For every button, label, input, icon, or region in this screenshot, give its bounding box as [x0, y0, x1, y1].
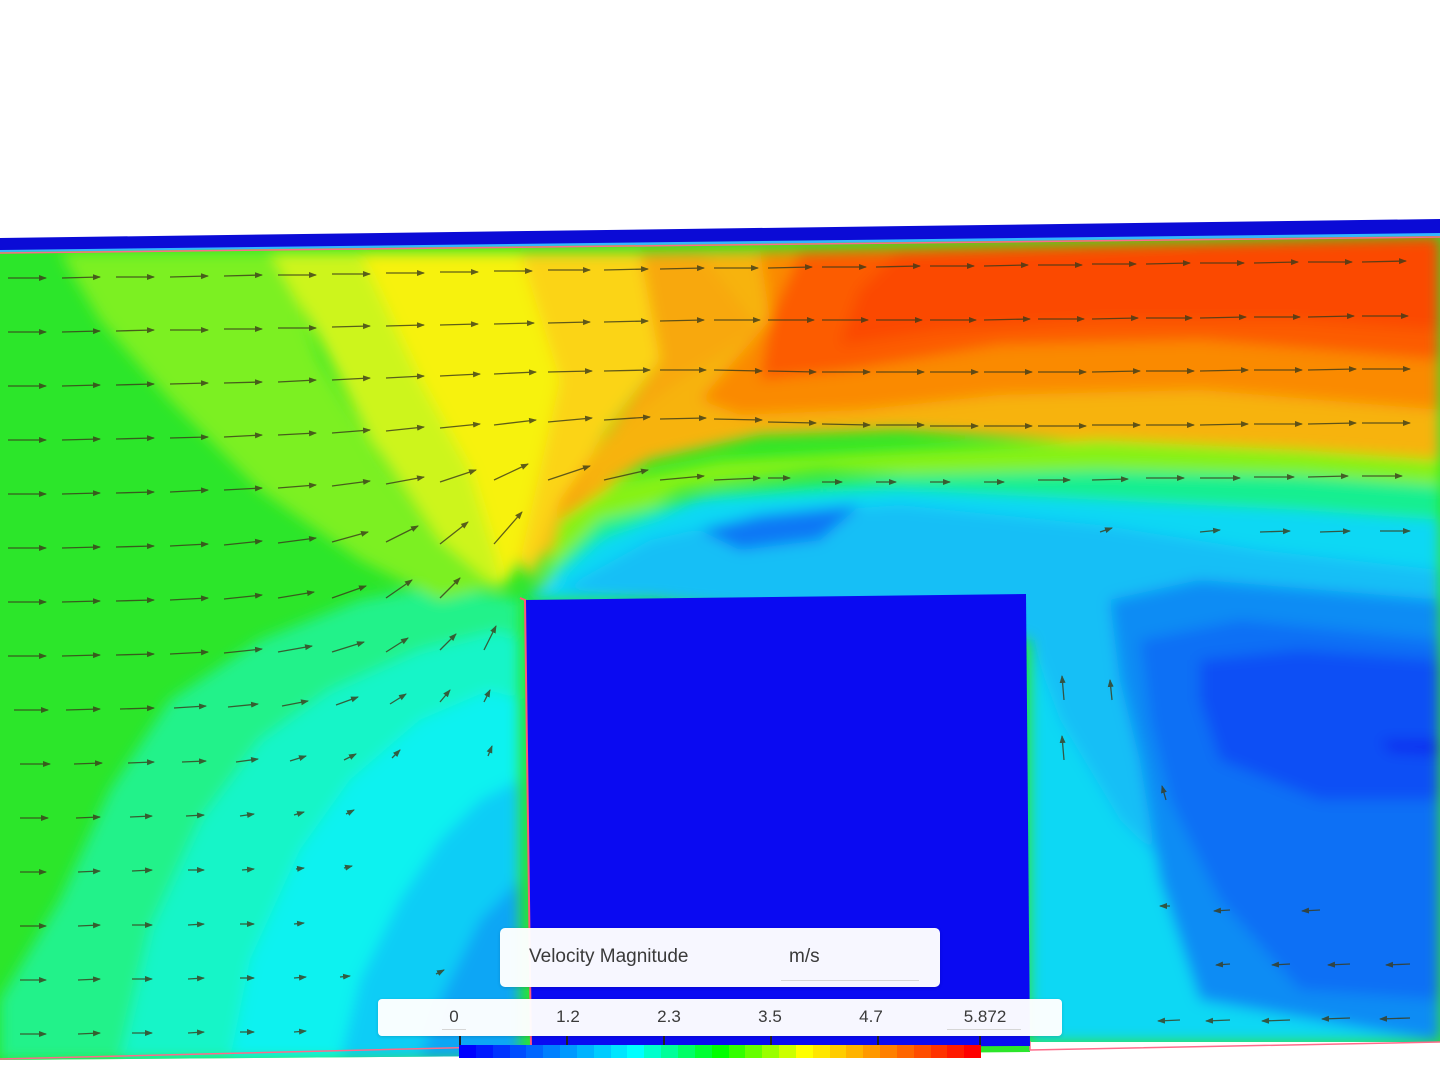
legend-tick-label: 3.5 [758, 1007, 782, 1026]
tick-underline [442, 1029, 466, 1030]
colorbar-tick [565, 1036, 568, 1045]
legend-unit-underline [781, 980, 919, 981]
colorbar-band [576, 1045, 594, 1058]
colorbar-band [947, 1045, 965, 1058]
colorbar-tick [459, 1036, 461, 1045]
legend-tick-label: 1.2 [556, 1007, 580, 1026]
colorbar-band [694, 1045, 712, 1058]
colorbar-band [509, 1045, 527, 1058]
colorbar-band [711, 1045, 729, 1058]
colorbar-tick [770, 1036, 773, 1045]
colorbar-band [913, 1045, 931, 1058]
colorbar-band [543, 1045, 561, 1058]
colorbar-band [880, 1045, 897, 1058]
colorbar-band [526, 1045, 544, 1058]
tick-underline [947, 1029, 1021, 1030]
legend-tick-label: 2.3 [657, 1007, 681, 1026]
colorbar-band [459, 1045, 476, 1058]
colorbar-band [627, 1045, 645, 1058]
colorbar-tick [979, 1036, 981, 1045]
colorbar-band [930, 1045, 948, 1058]
legend-tick-label: 5.872 [963, 1007, 1007, 1026]
legend-tick-label: 0 [449, 1007, 459, 1026]
colorbar-band [475, 1045, 493, 1058]
colorbar-band [610, 1045, 628, 1058]
colorbar-band [964, 1045, 982, 1058]
colorbar-tick [663, 1036, 666, 1045]
legend-unit: m/s [789, 946, 820, 967]
colorbar-band [593, 1045, 611, 1058]
colorbar-band [677, 1045, 695, 1058]
colorbar-band [492, 1045, 510, 1058]
colorbar-band [846, 1045, 864, 1058]
legend-tick-label: 4.7 [859, 1007, 883, 1026]
colorbar-band [812, 1045, 830, 1058]
colorbar-band [795, 1045, 813, 1058]
colorbar-band [863, 1045, 881, 1058]
legend-title-panel: Velocity Magnitude m/s [500, 928, 940, 987]
colorbar-band [779, 1045, 796, 1058]
colorbar-band [644, 1045, 662, 1058]
colorbar-band [745, 1045, 763, 1058]
colorbar-band [728, 1045, 746, 1058]
colorbar-band [560, 1045, 577, 1058]
legend-title: Velocity Magnitude [529, 946, 689, 967]
colorbar [459, 1045, 982, 1058]
colorbar-band [896, 1045, 914, 1058]
legend-ticks-panel: 0 1.2 2.3 3.5 4.7 5.872 [378, 999, 1062, 1036]
colorbar-band [762, 1045, 780, 1058]
colorbar-tick [876, 1036, 879, 1045]
colorbar-band [661, 1045, 678, 1058]
velocity-contour-viewport[interactable] [0, 0, 1440, 1080]
colorbar-band [829, 1045, 847, 1058]
